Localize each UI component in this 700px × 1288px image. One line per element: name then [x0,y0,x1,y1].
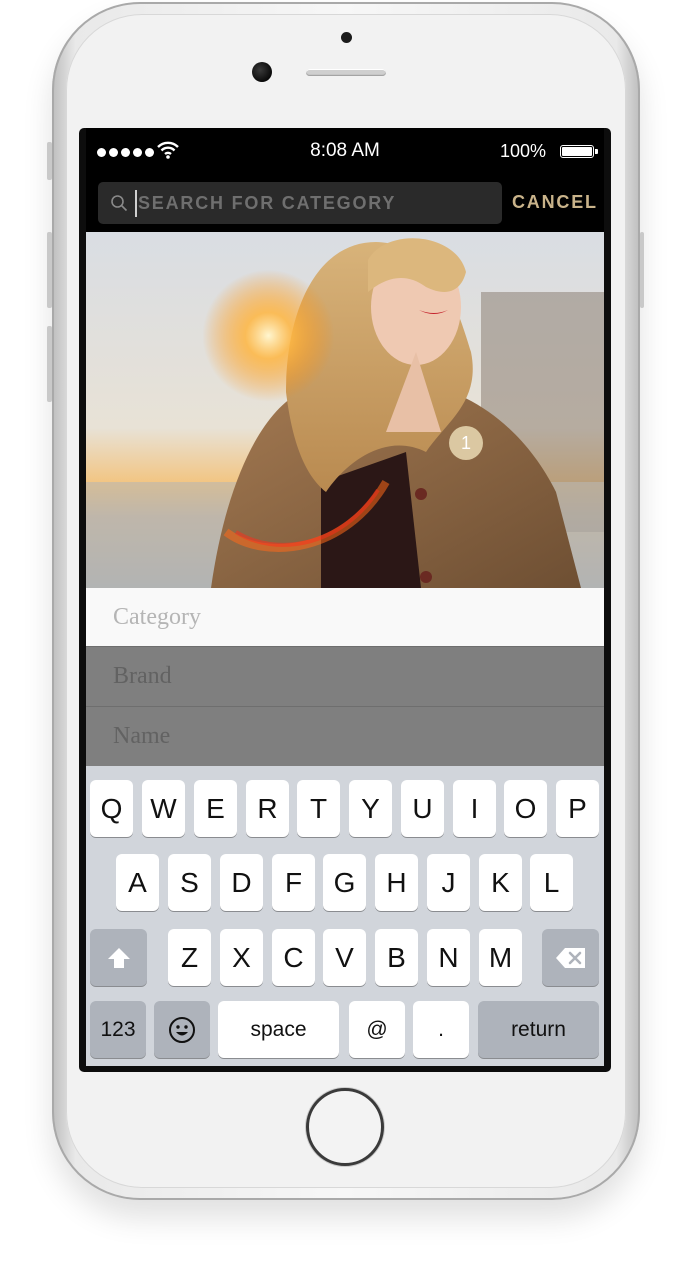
delete-key[interactable] [542,929,599,986]
keyboard: Q W E R T Y U I O P A S D F G H J K L Z … [86,766,604,1066]
key-i[interactable]: I [453,780,496,837]
battery-percentage: 100% [499,141,546,161]
key-v[interactable]: V [323,929,366,986]
key-a[interactable]: A [116,854,159,911]
emoji-icon [169,1016,195,1043]
space-key[interactable]: space [218,1001,339,1058]
tag-marker[interactable]: 1 [449,426,483,460]
key-u[interactable]: U [401,780,444,837]
return-key[interactable]: return [478,1001,599,1058]
power-button [640,232,644,308]
at-key[interactable]: @ [349,1001,405,1058]
shift-icon [107,947,130,968]
key-x[interactable]: X [220,929,263,986]
photo-image [86,232,604,588]
key-j[interactable]: J [427,854,470,911]
home-button[interactable] [306,1088,384,1166]
brand-field[interactable]: Brand [86,647,604,707]
search-input[interactable] [138,182,488,224]
proximity-sensor [341,32,352,43]
key-s[interactable]: S [168,854,211,911]
status-bar: 8:08 AM 100% [86,128,604,172]
earpiece-speaker [306,69,386,76]
search-icon [111,195,128,212]
key-k[interactable]: K [479,854,522,911]
volume-up-button [47,232,52,308]
delete-icon [555,947,585,968]
front-camera [252,62,272,82]
key-p[interactable]: P [556,780,599,837]
key-d[interactable]: D [220,854,263,911]
key-g[interactable]: G [323,854,366,911]
product-fields: Category Brand Name [86,588,604,767]
key-t[interactable]: T [297,780,340,837]
cancel-button[interactable]: CANCEL [512,192,598,213]
search-bar[interactable] [98,182,502,224]
key-c[interactable]: C [272,929,315,986]
volume-down-button [47,326,52,402]
key-z[interactable]: Z [168,929,211,986]
key-h[interactable]: H [375,854,418,911]
key-b[interactable]: B [375,929,418,986]
mute-switch [47,142,52,180]
key-y[interactable]: Y [349,780,392,837]
key-l[interactable]: L [530,854,573,911]
shift-key[interactable] [90,929,147,986]
key-n[interactable]: N [427,929,470,986]
emoji-key[interactable] [154,1001,210,1058]
screen: 8:08 AM 100% CANCEL [79,128,611,1072]
period-key[interactable]: . [413,1001,469,1058]
key-r[interactable]: R [246,780,289,837]
text-cursor [135,190,137,217]
numbers-key[interactable]: 123 [90,1001,146,1058]
key-w[interactable]: W [142,780,185,837]
key-f[interactable]: F [272,854,315,911]
key-m[interactable]: M [479,929,522,986]
key-o[interactable]: O [504,780,547,837]
product-photo[interactable]: 1 [86,232,604,588]
name-field[interactable]: Name [86,707,604,767]
key-e[interactable]: E [194,780,237,837]
category-field[interactable]: Category [86,588,604,647]
battery-full-icon [560,145,598,158]
key-q[interactable]: Q [90,780,133,837]
app-content: 8:08 AM 100% CANCEL [86,128,604,1066]
